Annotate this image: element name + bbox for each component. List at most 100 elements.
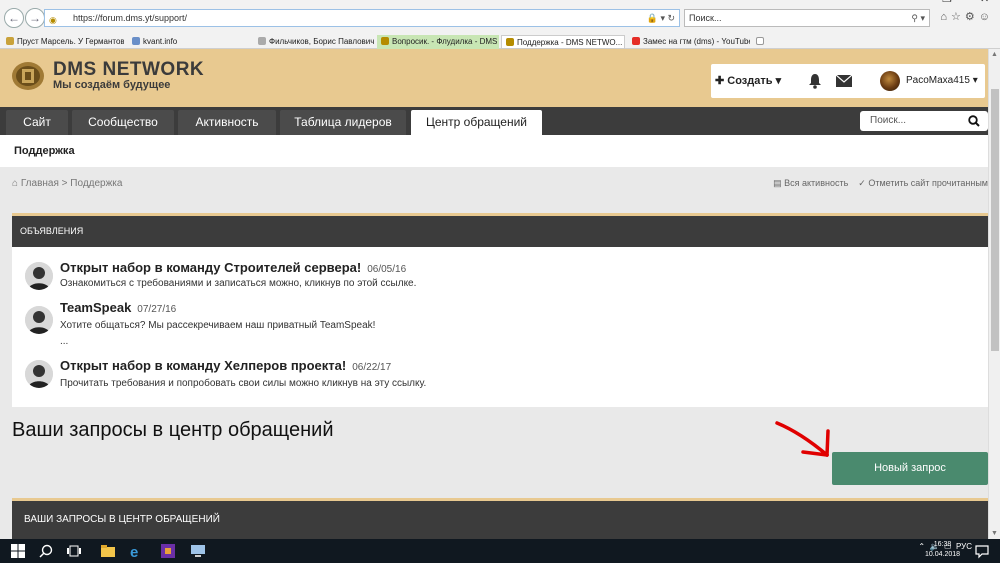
scroll-up-icon[interactable]: ▲: [991, 51, 998, 58]
gear-icon[interactable]: ⚙: [965, 11, 979, 23]
file-explorer-icon[interactable]: [100, 543, 116, 559]
page-scrollbar[interactable]: ▲ ▼: [988, 49, 1000, 539]
back-button[interactable]: ←: [4, 8, 24, 28]
window-controls: — ❐ ✕: [880, 0, 1000, 6]
internet-explorer-icon[interactable]: e: [128, 543, 144, 559]
browser-tab[interactable]: kvant.info: [128, 35, 250, 49]
chevron-down-icon: ▾: [772, 75, 782, 87]
svg-text:e: e: [130, 544, 138, 559]
feed-icon: ▤: [773, 178, 785, 188]
avatar[interactable]: [25, 306, 53, 334]
avatar[interactable]: [880, 71, 900, 91]
avatar[interactable]: [25, 360, 53, 388]
smiley-icon[interactable]: ☺: [979, 11, 994, 23]
browser-chrome: — ❐ ✕ ← → ◉ https://forum.dms.yt/support…: [0, 0, 1000, 49]
avatar[interactable]: [25, 262, 53, 290]
chevron-down-icon: ▾: [969, 75, 978, 86]
requests-panel-title: ВАШИ ЗАПРОСЫ В ЦЕНТР ОБРАЩЕНИЙ: [24, 514, 220, 525]
star-icon[interactable]: ☆: [951, 11, 965, 23]
youtube-icon: [632, 37, 640, 45]
new-request-button[interactable]: Новый запрос: [832, 452, 988, 485]
tab-support-center[interactable]: Центр обращений: [411, 110, 542, 135]
close-icon[interactable]: ✕: [980, 0, 989, 5]
browser-tab-active[interactable]: Поддержка - DMS NETWO... ✕: [501, 35, 625, 49]
favicon-icon: [132, 37, 140, 45]
announcement-text: Прочитать требования и попробовать свои …: [60, 378, 427, 389]
favicon-icon: [6, 37, 14, 45]
announcement-date: 07/27/16: [137, 304, 177, 315]
lock-refresh-icon[interactable]: 🔒 ▾ ↻: [647, 10, 675, 26]
mail-icon[interactable]: [836, 75, 852, 87]
address-text: https://forum.dms.yt/support/: [73, 13, 188, 23]
announcement-link[interactable]: TeamSpeak 07/27/16: [60, 300, 176, 315]
address-bar[interactable]: ◉ https://forum.dms.yt/support/ 🔒 ▾ ↻: [44, 9, 680, 27]
browser-search-placeholder: Поиск...: [689, 13, 722, 23]
breadcrumb-separator: >: [61, 178, 68, 189]
site-search-input[interactable]: Поиск...: [860, 111, 988, 131]
announcement-text: Хотите общаться? Мы рассекречиваем наш п…: [60, 320, 376, 331]
checkmark-icon: ✓: [858, 178, 869, 188]
tab-leaderboard[interactable]: Таблица лидеров: [280, 110, 406, 135]
home-icon[interactable]: ⌂: [940, 11, 951, 23]
breadcrumb-home[interactable]: Главная: [21, 178, 59, 189]
new-tab-icon: [756, 37, 764, 45]
page-viewport: DMS NETWORK Мы создаём будущее ✚ Создать…: [0, 49, 988, 539]
username-menu[interactable]: PacoMaxa415 ▾: [906, 75, 978, 86]
scroll-down-icon[interactable]: ▼: [991, 530, 998, 537]
site-icon: ◉: [49, 15, 57, 25]
app-icon[interactable]: [160, 543, 176, 559]
browser-tab[interactable]: Пруст Марсель. У Германтов: [2, 35, 124, 49]
wikipedia-icon: [258, 37, 266, 45]
browser-tab[interactable]: Замес на гтм (dms) - YouTube: [628, 35, 750, 49]
search-icon[interactable]: ⚲ ▾: [911, 10, 925, 26]
announcements-title: ОБЪЯВЛЕНИЯ: [12, 216, 988, 247]
favicon-icon: [381, 37, 389, 45]
minimize-icon[interactable]: —: [902, 0, 913, 4]
clock-date: 10.04.2018: [925, 551, 961, 558]
tab-community[interactable]: Сообщество: [72, 110, 174, 135]
announcement-date: 06/22/17: [352, 362, 392, 373]
home-icon: ⌂: [12, 178, 21, 189]
browser-tools: ⌂☆⚙☺: [940, 10, 994, 23]
browser-search-field[interactable]: Поиск... ⚲ ▾: [684, 9, 930, 27]
announcements-panel: ОБЪЯВЛЕНИЯ Открыт набор в команду Строит…: [12, 213, 988, 407]
windows-taskbar: e ⌃ 🔈 ▭ РУС 16:38 10.04.2018: [0, 539, 1000, 563]
plus-icon: ✚: [715, 75, 728, 87]
browser-tab[interactable]: Вопросик. - Флудилка - DMS ...: [377, 35, 499, 49]
bell-icon[interactable]: [808, 73, 822, 89]
site-header: DMS NETWORK Мы создаём будущее ✚ Создать…: [0, 49, 988, 107]
clock[interactable]: 16:38 10.04.2018: [925, 540, 960, 560]
portrait-icon: [25, 262, 53, 290]
announcement-link[interactable]: Открыт набор в команду Хелперов проекта!…: [60, 358, 391, 373]
task-view-icon[interactable]: [66, 543, 82, 559]
search-icon[interactable]: [968, 115, 980, 127]
page-title: Ваши запросы в центр обращений: [12, 419, 334, 441]
sub-nav: Поддержка: [0, 135, 988, 167]
site-search-placeholder: Поиск...: [870, 115, 907, 126]
windows-start-icon[interactable]: [10, 543, 26, 559]
red-arrow-icon: [775, 421, 830, 457]
scroll-thumb[interactable]: [991, 89, 999, 351]
new-tab-button[interactable]: [752, 35, 766, 49]
tab-site[interactable]: Сайт: [6, 110, 68, 135]
tab-activity[interactable]: Активность: [178, 110, 276, 135]
page-actions: ▤ Вся активность ✓ Отметить сайт прочита…: [773, 178, 988, 189]
logo-icon[interactable]: [11, 61, 45, 91]
logo-title[interactable]: DMS NETWORK: [53, 59, 204, 81]
logo-slogan: Мы создаём будущее: [53, 79, 171, 91]
requests-panel: ВАШИ ЗАПРОСЫ В ЦЕНТР ОБРАЩЕНИЙ: [12, 498, 988, 539]
notifications-icon[interactable]: [974, 543, 990, 559]
search-icon[interactable]: [38, 543, 54, 559]
create-button[interactable]: ✚ Создать ▾: [715, 74, 781, 87]
announcement-link[interactable]: Открыт набор в команду Строителей сервер…: [60, 260, 406, 275]
announcement-text: ...: [60, 336, 69, 347]
subnav-item-support[interactable]: Поддержка: [14, 145, 75, 157]
all-activity-link[interactable]: Вся активность: [784, 178, 848, 188]
portrait-icon: [25, 360, 53, 388]
forward-button[interactable]: →: [25, 8, 45, 28]
network-app-icon[interactable]: [190, 543, 206, 559]
mark-read-link[interactable]: Отметить сайт прочитанным: [868, 178, 988, 188]
restore-icon[interactable]: ❐: [942, 0, 952, 5]
portrait-icon: [25, 306, 53, 334]
browser-tab[interactable]: Фильчиков, Борис Павлович ...: [254, 35, 374, 49]
